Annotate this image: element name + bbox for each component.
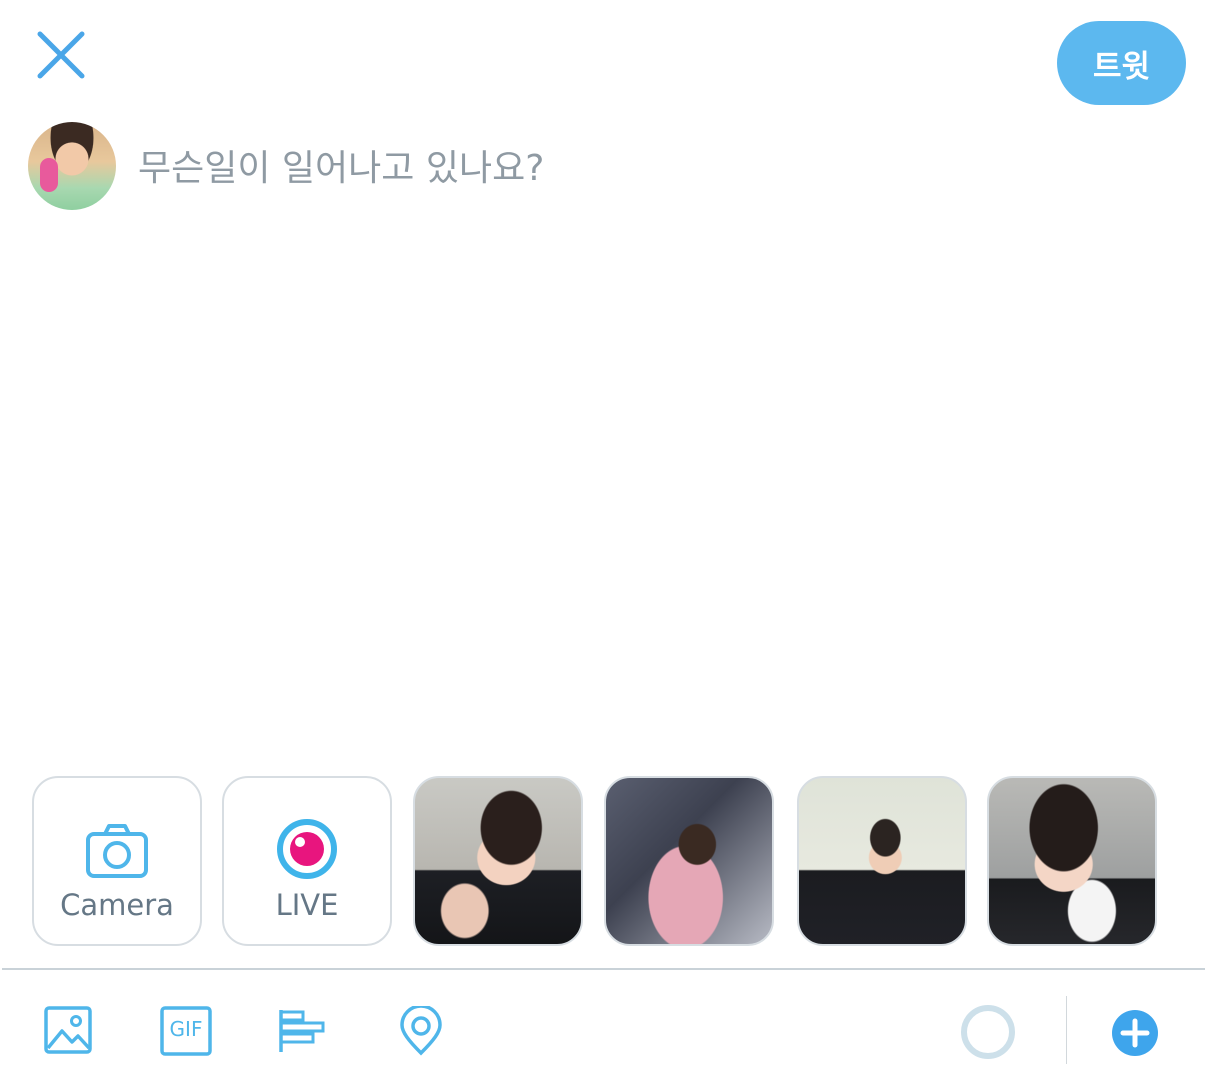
- gif-label: GIF: [169, 1017, 203, 1041]
- photo-thumbnail[interactable]: [413, 776, 583, 946]
- close-button[interactable]: [34, 28, 88, 82]
- photo-thumbnail[interactable]: [987, 776, 1157, 946]
- camera-button[interactable]: Camera: [32, 776, 202, 946]
- close-icon: [37, 31, 85, 79]
- live-icon: [277, 819, 337, 879]
- photo-thumbnail[interactable]: [797, 776, 967, 946]
- camera-label: Camera: [60, 888, 174, 922]
- location-icon: [400, 1004, 442, 1056]
- add-gif-button[interactable]: GIF: [160, 1006, 212, 1060]
- character-count-ring: [959, 1003, 1017, 1065]
- poll-icon: [279, 1010, 325, 1052]
- add-poll-button[interactable]: [278, 1008, 328, 1058]
- progress-ring-icon: [961, 1005, 1015, 1059]
- add-thread-button[interactable]: [1111, 1009, 1159, 1061]
- toolbar-divider: [2, 968, 1205, 970]
- live-label: LIVE: [275, 888, 339, 922]
- avatar[interactable]: [28, 122, 116, 210]
- tweet-button[interactable]: 트윗: [1057, 21, 1186, 105]
- camera-icon: [86, 824, 148, 878]
- image-icon: [44, 1006, 92, 1054]
- live-button[interactable]: LIVE: [222, 776, 392, 946]
- compose-input[interactable]: [138, 140, 1138, 196]
- photo-thumbnail[interactable]: [604, 776, 774, 946]
- add-location-button[interactable]: [398, 1004, 444, 1060]
- media-picker: Camera LIVE: [32, 776, 1192, 946]
- toolbar-separator: [1066, 996, 1067, 1064]
- add-thread-icon: [1112, 1010, 1158, 1056]
- add-image-button[interactable]: [43, 1005, 93, 1059]
